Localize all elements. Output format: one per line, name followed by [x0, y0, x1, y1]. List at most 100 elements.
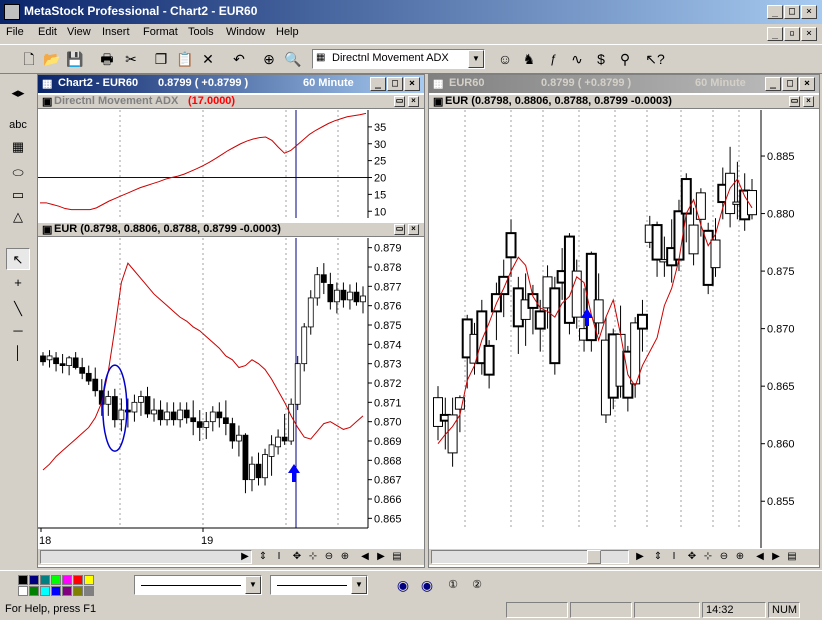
palette-swatch[interactable]	[84, 586, 94, 596]
adx-panel-title[interactable]: ▣ Directnl Movement ADX (17.0000) ▭ ×	[38, 95, 424, 109]
chevron-down-icon[interactable]: ▼	[351, 576, 367, 594]
chevron-down-icon[interactable]: ▼	[245, 576, 261, 594]
scroll-right-icon[interactable]: ▶	[633, 550, 647, 564]
minimize-icon[interactable]: _	[767, 5, 783, 19]
vertical-line-tool-icon[interactable]: │	[6, 342, 30, 364]
chart2-title-bar[interactable]: ▦ Chart2 - EUR60 0.8799 ( +0.8799 ) 60 M…	[38, 75, 424, 93]
copy-icon[interactable]: ❐	[150, 48, 172, 70]
internet-icon[interactable]: ◉	[416, 574, 438, 596]
metastock-app-icon[interactable]	[4, 4, 20, 20]
scroll-reset-icon[interactable]: ⇕	[256, 550, 270, 564]
print-icon[interactable]: 🖶	[96, 48, 118, 70]
panel-close-icon[interactable]: ×	[408, 96, 419, 107]
eur60-price-chart[interactable]: 0.885 0.880 0.875 0.870 0.865 0.860 0.855	[429, 110, 819, 548]
scroll-track[interactable]	[40, 550, 252, 564]
palette-swatch[interactable]	[40, 586, 50, 596]
menu-help[interactable]: Help	[276, 26, 299, 38]
binoculars-icon[interactable]: ⚲	[614, 48, 636, 70]
text-cursor-icon[interactable]: I	[667, 550, 681, 564]
eur60-minimize-icon[interactable]: _	[765, 77, 781, 91]
paste-icon[interactable]: 📋	[174, 48, 196, 70]
scroll-thumb[interactable]	[587, 550, 601, 564]
page-left-icon[interactable]: ◀	[358, 550, 372, 564]
zoom-in-icon[interactable]: ⊕	[338, 550, 352, 564]
palette-swatch[interactable]	[73, 586, 83, 596]
palette-swatch[interactable]	[18, 575, 28, 585]
palette-swatch[interactable]	[62, 586, 72, 596]
eur60-close-icon[interactable]: ×	[799, 77, 815, 91]
chart2-close-icon[interactable]: ×	[404, 77, 420, 91]
panel-restore-icon[interactable]: ▭	[394, 224, 405, 235]
eur60-maximize-icon[interactable]: □	[782, 77, 798, 91]
palette-swatch[interactable]	[51, 575, 61, 585]
zoom-icon[interactable]: 🔍	[282, 48, 304, 70]
chart2-minimize-icon[interactable]: _	[370, 77, 386, 91]
expert-advisor-icon[interactable]: ☺	[494, 48, 516, 70]
zoom-in-icon[interactable]: ⊕	[733, 550, 747, 564]
trendline-tool-icon[interactable]: ╲	[6, 298, 30, 320]
panel-close-icon[interactable]: ×	[803, 96, 814, 107]
rectangle-tool-icon[interactable]: ▭	[6, 184, 30, 206]
context-help-icon[interactable]: ↖?	[644, 48, 666, 70]
pointer-tool-icon[interactable]: ↖	[6, 248, 30, 270]
toolbar-toggle-icon[interactable]: ◂▸	[6, 82, 30, 104]
palette-swatch[interactable]	[29, 586, 39, 596]
menu-edit[interactable]: Edit	[38, 26, 57, 38]
eur60-scrollbar[interactable]: ▶ ⇕ I ✥ ⊹ ⊖ ⊕ ◀ ▶ ▤	[429, 549, 819, 565]
scroll-reset-icon[interactable]: ⇕	[651, 550, 665, 564]
eur-price-chart[interactable]: 0.879 0.878 0.877 0.876 0.875 0.874 0.873 0.872…	[38, 238, 424, 548]
mdi-close-icon[interactable]: ×	[801, 27, 817, 41]
palette-swatch[interactable]	[51, 586, 61, 596]
palette-swatch[interactable]	[84, 575, 94, 585]
eur-panel-title[interactable]: ▣ EUR (0.8798, 0.8806, 0.8788, 0.8799 -0…	[38, 223, 424, 237]
globe-icon[interactable]: ◉	[392, 574, 414, 596]
panel-restore-icon[interactable]: ▭	[394, 96, 405, 107]
close-icon[interactable]: ×	[801, 5, 817, 19]
page-right-icon[interactable]: ▶	[769, 550, 783, 564]
mdi-minimize-icon[interactable]: _	[767, 27, 783, 41]
explorer-icon[interactable]: ♞	[518, 48, 540, 70]
crosshair-small-icon[interactable]: ⊹	[701, 550, 715, 564]
formula-icon[interactable]: ƒ	[542, 48, 564, 70]
page-one-icon[interactable]: ①	[442, 574, 464, 596]
horizontal-line-tool-icon[interactable]: ─	[6, 320, 30, 342]
adx-chart[interactable]: 35 30 25 20 15 10	[38, 110, 424, 220]
page-left-icon[interactable]: ◀	[753, 550, 767, 564]
palette-swatch[interactable]	[62, 575, 72, 585]
grid-tool-icon[interactable]: ▦	[6, 136, 30, 158]
cut-icon[interactable]: ✂	[120, 48, 142, 70]
menu-file[interactable]: File	[6, 26, 24, 38]
crosshair-small-icon[interactable]: ⊹	[306, 550, 320, 564]
chevron-down-icon[interactable]: ▼	[468, 50, 484, 68]
eur60-title-bar[interactable]: ▦ EUR60 0.8799 ( +0.8799 ) 60 Minute _ □…	[429, 75, 819, 93]
panel-restore-icon[interactable]: ▭	[789, 96, 800, 107]
indicator-builder-icon[interactable]: ∿	[566, 48, 588, 70]
scroll-right-icon[interactable]: ▶	[238, 550, 252, 564]
palette-swatch[interactable]	[29, 575, 39, 585]
chart2-scrollbar[interactable]: ▶ ⇕ I ✥ ⊹ ⊖ ⊕ ◀ ▶ ▤	[38, 549, 424, 565]
move-icon[interactable]: ✥	[685, 550, 699, 564]
menu-tools[interactable]: Tools	[188, 26, 214, 38]
panel-close-icon[interactable]: ×	[408, 224, 419, 235]
chart2-maximize-icon[interactable]: □	[387, 77, 403, 91]
line-weight-select[interactable]: ▼	[270, 575, 368, 595]
indicator-select[interactable]: ▦ Directnl Movement ADX ▼	[312, 49, 485, 69]
triangle-tool-icon[interactable]: △	[6, 206, 30, 228]
page-end-icon[interactable]: ▤	[785, 550, 799, 564]
menu-format[interactable]: Format	[143, 26, 178, 38]
delete-icon[interactable]: ✕	[197, 48, 219, 70]
mdi-restore-icon[interactable]: ▫	[784, 27, 800, 41]
crosshair-icon[interactable]: ⊕	[258, 48, 280, 70]
zoom-out-icon[interactable]: ⊖	[322, 550, 336, 564]
move-icon[interactable]: ✥	[290, 550, 304, 564]
ellipse-tool-icon[interactable]: ⬭	[6, 162, 30, 184]
palette-swatch[interactable]	[73, 575, 83, 585]
maximize-icon[interactable]: □	[784, 5, 800, 19]
text-tool-icon[interactable]: abc	[6, 114, 30, 136]
open-folder-icon[interactable]: 📂	[41, 48, 63, 70]
undo-icon[interactable]: ↶	[228, 48, 250, 70]
menu-insert[interactable]: Insert	[102, 26, 130, 38]
new-file-icon[interactable]: 🗋	[18, 48, 40, 70]
page-two-icon[interactable]: ②	[466, 574, 488, 596]
zoom-out-icon[interactable]: ⊖	[717, 550, 731, 564]
